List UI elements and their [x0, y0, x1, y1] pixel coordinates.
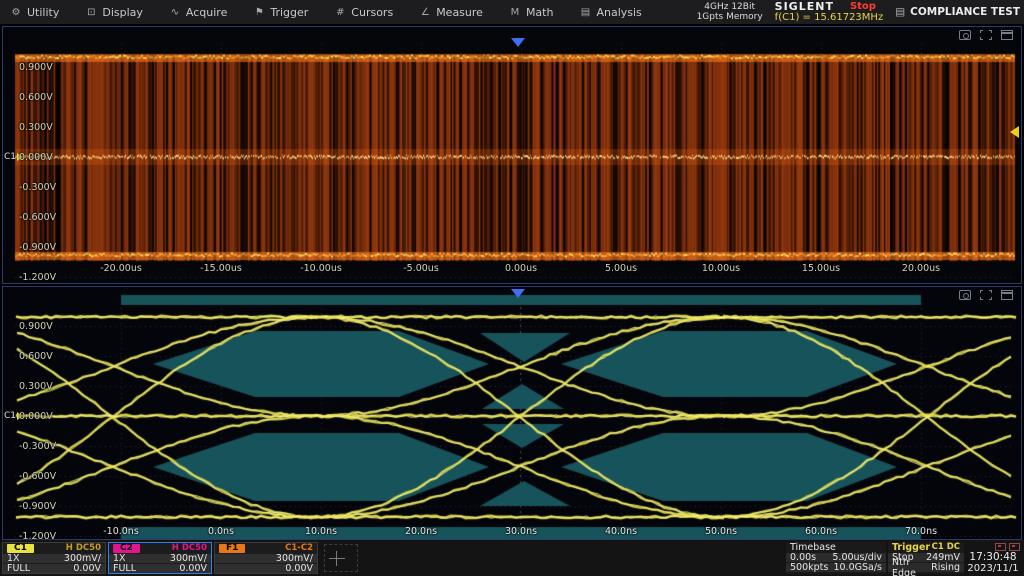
- channel-marker-label: C1: [4, 152, 16, 162]
- camera-icon[interactable]: [959, 30, 971, 40]
- top-waveform-canvas[interactable]: [3, 27, 1021, 283]
- fullscreen-icon[interactable]: [980, 30, 992, 40]
- brand-block: SIGLENT Stop f(C1) = 15.61723MHz: [775, 1, 884, 23]
- trigger-position-marker[interactable]: [511, 289, 525, 298]
- status-bar: C1 H DC50 1X300mV/ FULL0.00V C2 H DC50 1…: [0, 540, 1024, 576]
- acquisition-status[interactable]: Stop: [850, 1, 876, 12]
- channel-arrow-icon: [17, 412, 23, 420]
- trigger-box[interactable]: TriggerC1 DC Stop249mV Nth EdgeRising: [888, 542, 964, 574]
- c2-badge: C2: [113, 544, 140, 553]
- f1-badge: F1: [219, 544, 245, 553]
- channel-offset-marker[interactable]: C1: [4, 152, 23, 162]
- panel-corner-icons: [959, 290, 1013, 300]
- channel-box-f1[interactable]: F1 C1-C2 300mV/ 0.00V: [214, 542, 318, 574]
- menu-item-display[interactable]: ⊡ Display: [85, 6, 143, 19]
- measure-icon: ∠: [419, 7, 431, 18]
- clock-time: 17:30:48: [964, 551, 1022, 563]
- menu-item-trigger[interactable]: ⚑ Trigger: [253, 6, 308, 19]
- channel-box-c1[interactable]: C1 H DC50 1X300mV/ FULL0.00V: [2, 542, 106, 574]
- cursors-icon: #: [334, 7, 346, 18]
- c1-coupling: H DC50: [66, 543, 101, 553]
- c2-bandwidth: FULL: [113, 563, 136, 574]
- window-icon[interactable]: [1001, 30, 1013, 40]
- timebase-title: Timebase: [790, 542, 836, 553]
- acquire-icon: ∿: [169, 7, 181, 18]
- menu-item-label: Trigger: [270, 6, 308, 19]
- math-icon: M: [509, 7, 521, 18]
- compliance-mode[interactable]: ▤ COMPLIANCE TEST: [895, 6, 1020, 18]
- hardware-info: 4GHz 12Bit 1Gpts Memory: [697, 2, 763, 22]
- menu-item-label: Math: [526, 6, 554, 19]
- menu-item-label: Cursors: [351, 6, 393, 19]
- menu-item-label: Utility: [27, 6, 59, 19]
- clock-block[interactable]: 17:30:48 2023/11/1: [964, 542, 1022, 574]
- menu-item-label: Display: [102, 6, 143, 19]
- channel-offset-marker[interactable]: C1: [4, 411, 23, 421]
- f1-source: C1-C2: [285, 543, 313, 553]
- menu-item-math[interactable]: M Math: [509, 6, 554, 19]
- usb-status-icon: [1009, 543, 1020, 551]
- menu-item-label: Acquire: [186, 6, 227, 19]
- trigger-slope: Rising: [931, 562, 960, 573]
- bandwidth-label: 4GHz 12Bit: [697, 2, 763, 12]
- menu-item-cursors[interactable]: # Cursors: [334, 6, 393, 19]
- f1-offset: 0.00V: [285, 563, 313, 574]
- compliance-mode-label: COMPLIANCE TEST: [910, 6, 1020, 18]
- trigger-source: C1 DC: [932, 542, 960, 552]
- trigger-level-marker[interactable]: [1010, 126, 1019, 138]
- timebase-points: 500kpts: [790, 562, 828, 573]
- flag-icon: ⚑: [253, 7, 265, 18]
- panel-corner-icons: [959, 30, 1013, 40]
- c1-badge: C1: [7, 544, 34, 553]
- waveform-panel-top[interactable]: C1 0.900V0.600V0.300V0.000V-0.300V-0.600…: [2, 26, 1022, 284]
- display-icon: ⊡: [85, 7, 97, 18]
- camera-icon[interactable]: [959, 290, 971, 300]
- channel-arrow-icon: [17, 153, 23, 161]
- menu-item-utility[interactable]: ⚙ Utility: [10, 6, 59, 19]
- menu-item-analysis[interactable]: ▤ Analysis: [579, 6, 641, 19]
- analysis-icon: ▤: [579, 7, 591, 18]
- header-right: 4GHz 12Bit 1Gpts Memory SIGLENT Stop f(C…: [697, 0, 1020, 24]
- menu-item-label: Measure: [436, 6, 483, 19]
- add-trace-button[interactable]: [324, 544, 358, 572]
- timebase-rate: 10.0GSa/s: [833, 562, 882, 573]
- c2-offset: 0.00V: [179, 563, 207, 574]
- c1-bandwidth: FULL: [7, 563, 30, 574]
- eye-diagram-canvas[interactable]: [3, 287, 1021, 539]
- menu-item-measure[interactable]: ∠ Measure: [419, 6, 483, 19]
- menu-item-label: Analysis: [596, 6, 641, 19]
- c1-offset: 0.00V: [73, 563, 101, 574]
- grid-icon: ▤: [895, 6, 905, 18]
- memory-label: 1Gpts Memory: [697, 12, 763, 22]
- brand-logo: SIGLENT: [775, 1, 834, 12]
- trigger-title: Trigger: [892, 542, 930, 553]
- lan-status-icon: [995, 543, 1006, 551]
- gear-icon: ⚙: [10, 7, 22, 18]
- trigger-position-marker[interactable]: [511, 38, 525, 47]
- clock-date: 2023/11/1: [964, 563, 1022, 574]
- channel-box-c2[interactable]: C2 H DC50 1X300mV/ FULL0.00V: [108, 542, 212, 574]
- window-icon[interactable]: [1001, 290, 1013, 300]
- eye-diagram-panel[interactable]: C1 0.900V0.600V0.300V0.000V-0.300V-0.600…: [2, 286, 1022, 540]
- menu-item-acquire[interactable]: ∿ Acquire: [169, 6, 227, 19]
- frequency-counter: f(C1) = 15.61723MHz: [775, 12, 884, 23]
- fullscreen-icon[interactable]: [980, 290, 992, 300]
- c2-coupling: H DC50: [172, 543, 207, 553]
- channel-marker-label: C1: [4, 411, 16, 421]
- oscilloscope-screen: ⚙ Utility ⊡ Display ∿ Acquire ⚑ Trigger # Cursors…: [0, 0, 1024, 576]
- menu-items: ⚙ Utility ⊡ Display ∿ Acquire ⚑ Trigger # Cursors…: [0, 6, 642, 19]
- menu-bar: ⚙ Utility ⊡ Display ∿ Acquire ⚑ Trigger # Cursors…: [0, 0, 1024, 25]
- trigger-type: Nth Edge: [892, 557, 931, 576]
- timebase-box[interactable]: Timebase 0.00s5.00us/div 500kpts10.0GSa/…: [786, 542, 886, 574]
